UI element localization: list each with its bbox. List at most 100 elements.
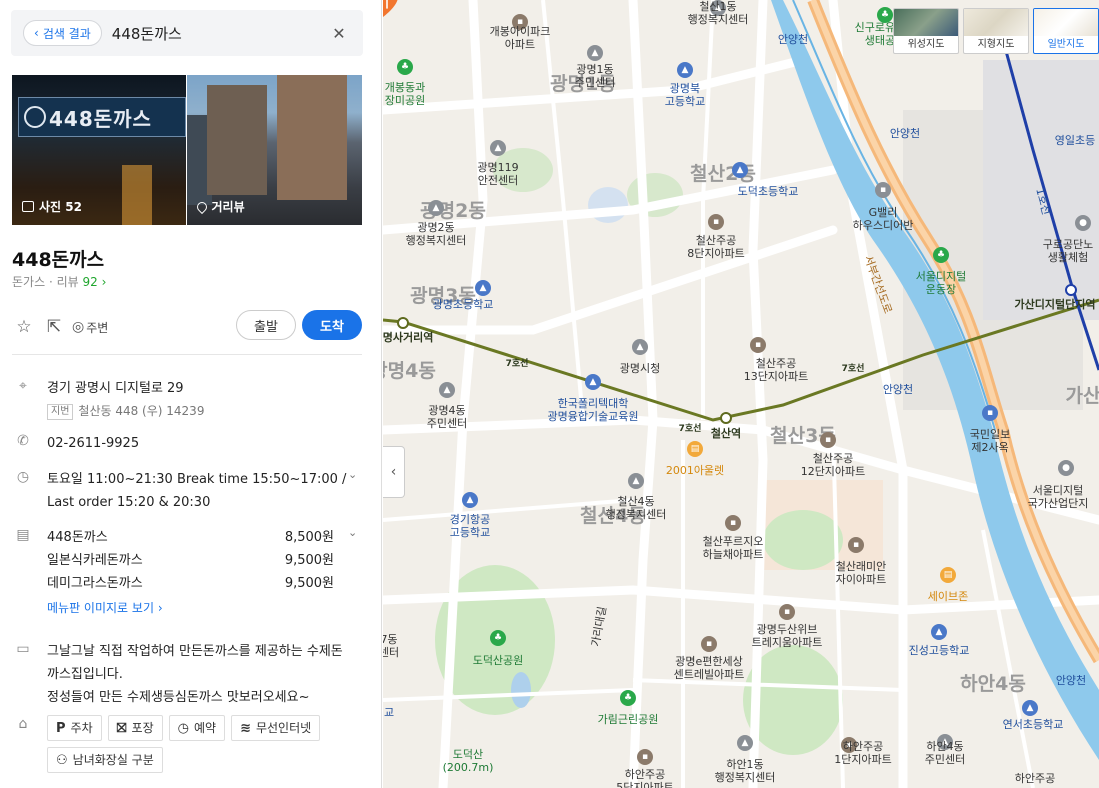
photo-count-label: 사진 52 xyxy=(22,198,82,215)
map-poi-label[interactable]: 하안4동 주민센터 xyxy=(925,740,965,766)
map-poi-label[interactable]: 안양천 xyxy=(1056,674,1086,687)
map-poi-label[interactable]: 안양천 xyxy=(890,127,920,140)
map-poi-label[interactable]: 하안주공 1단지아파트 xyxy=(834,740,892,766)
building-icon: ▪ xyxy=(982,405,998,421)
map-poi-label[interactable]: 교 xyxy=(384,706,394,719)
location-pin-icon xyxy=(194,199,209,214)
jibun-tag: 지번 xyxy=(47,403,74,420)
shopping-icon: ▤ xyxy=(940,567,956,583)
chevron-down-icon[interactable]: ⌄ xyxy=(348,526,362,540)
map-poi-label[interactable]: 연서초등학교 xyxy=(1003,718,1064,731)
street-view-photo[interactable]: 거리뷰 xyxy=(186,75,362,225)
map-poi-label[interactable]: 하안1동 행정복지센터 xyxy=(715,758,776,784)
map-canvas[interactable]: 광명1동 철산2동 광명2동 광명3동 광명4동 철산3동 철산4동 하안4동 … xyxy=(383,0,1099,788)
map-poi-label[interactable]: 영일초등 xyxy=(1055,134,1095,147)
map-poi-label[interactable]: 하안주공 5단지아파트 xyxy=(616,768,674,788)
amenity-parking: P 주차 xyxy=(47,715,102,741)
university-icon: ▲ xyxy=(585,374,601,390)
map-poi-label[interactable]: 광명2동 행정복지센터 xyxy=(406,221,467,247)
map-app: ‹ 검색 결과 448돈까스 ✕ 448돈까스 사진 52 거리뷰 448돈까스… xyxy=(0,0,1099,788)
map-poi-label[interactable]: 개봉동과 장미공원 xyxy=(385,81,425,107)
chevron-down-icon[interactable]: ⌄ xyxy=(348,468,362,482)
map-poi-label[interactable]: G밸리 하우스디어반 xyxy=(853,206,914,232)
map-poi-label[interactable]: 광명초등학교 xyxy=(433,298,494,311)
station-gwangmyeong-sageori[interactable] xyxy=(397,317,409,329)
map-poi-label[interactable]: 광명e편한세상 센트레빌아파트 xyxy=(674,655,745,681)
nearby-button[interactable]: ◎ 주변 xyxy=(72,319,108,336)
street-view-label: 거리뷰 xyxy=(194,198,245,215)
map-poi-label[interactable]: 철산역 xyxy=(711,427,741,440)
map-poi-label[interactable]: 도덕산 (200.7m) xyxy=(443,748,494,774)
satellite-thumb xyxy=(894,9,958,36)
map-poi-label[interactable]: 하안주공 xyxy=(1015,772,1055,785)
hours-row[interactable]: ◷ 토요일 11:00~21:30 Break time 15:50~17:00… xyxy=(12,468,362,514)
map-poi-label[interactable]: 철산1동 행정복지센터 xyxy=(688,0,749,26)
map-type-terrain[interactable]: 지형지도 xyxy=(963,8,1029,54)
amenity-label: 예약 xyxy=(193,720,217,735)
government-icon: ▲ xyxy=(428,200,444,216)
search-query[interactable]: 448돈까스 xyxy=(112,23,329,44)
amenity-takeout: ⛝ 포장 xyxy=(107,715,163,741)
map-poi-label[interactable]: 안양천 xyxy=(778,33,808,46)
map-poi-label[interactable]: 2001아울렛 xyxy=(666,464,724,477)
description-row: ▭ 그날그날 직접 작업하여 만든돈까스를 제공하는 수제돈 까스집입니다. 정… xyxy=(12,640,362,708)
map-poi-label[interactable]: 철산4동 행정복지센터 xyxy=(606,495,667,521)
review-count-link[interactable]: 92 › xyxy=(83,275,107,289)
street-view-text: 거리뷰 xyxy=(211,200,245,214)
restaurant-marker-icon[interactable] xyxy=(383,0,402,19)
map-poi-label[interactable]: 광명4동 주민센터 xyxy=(427,404,467,430)
star-icon[interactable]: ☆ xyxy=(12,315,36,339)
phone-number[interactable]: 02-2611-9925 xyxy=(47,432,347,455)
map-poi-label[interactable]: 도덕초등학교 xyxy=(738,185,799,198)
map-type-satellite[interactable]: 위성지도 xyxy=(893,8,959,54)
map-poi-label[interactable]: 개봉아이파크 아파트 xyxy=(490,25,551,51)
school-icon: ▲ xyxy=(1022,700,1038,716)
back-to-results-button[interactable]: ‹ 검색 결과 xyxy=(23,20,102,46)
map-poi-label[interactable]: 서울디지털 운동장 xyxy=(916,270,967,296)
departure-button[interactable]: 출발 xyxy=(236,310,296,340)
map-poi-label[interactable]: 철산주공 12단지아파트 xyxy=(801,452,866,478)
road-address: 경기 광명시 디지털로 29 xyxy=(47,381,184,396)
government-icon: ▲ xyxy=(628,473,644,489)
map-poi-label[interactable]: 가산디지털단지역 xyxy=(1015,298,1096,311)
map-poi-label[interactable]: 철산래미안 자이아파트 xyxy=(836,560,887,586)
arrival-button[interactable]: 도착 xyxy=(302,310,362,340)
map-poi-label[interactable]: 광명시청 xyxy=(620,362,660,375)
map-poi-label[interactable]: 광명두산위브 트레지움아파트 xyxy=(752,623,823,649)
amenity-restroom: ⚇ 남녀화장실 구분 xyxy=(47,747,163,773)
map-poi-label[interactable]: 철산푸르지오 하늘채아파트 xyxy=(703,535,764,561)
map-poi-label[interactable]: 도덕산공원 xyxy=(473,654,524,667)
map-poi-label[interactable]: 세이브존 xyxy=(928,590,968,603)
place-category: 돈가스 xyxy=(12,275,46,289)
share-icon[interactable]: ⇱ xyxy=(42,315,66,339)
place-photo[interactable]: 448돈까스 사진 52 xyxy=(12,75,186,225)
map-poi-label[interactable]: 7동 센터 xyxy=(383,633,399,659)
map-poi-label[interactable]: 구로공단노 생활체험 xyxy=(1043,238,1094,264)
chevron-left-icon: ‹ xyxy=(390,464,397,480)
map-poi-label[interactable]: 진성고등학교 xyxy=(909,644,970,657)
map-poi-label[interactable]: 광명북 고등학교 xyxy=(665,82,705,108)
map-poi-label[interactable]: 국민일보 제2사옥 xyxy=(970,428,1010,454)
menu-item-name: 448돈까스 xyxy=(47,530,108,545)
map-poi-label[interactable]: 가림근린공원 xyxy=(598,713,659,726)
station-gasan[interactable] xyxy=(1065,284,1077,296)
map-poi-label[interactable]: 철산주공 13단지아파트 xyxy=(744,357,809,383)
map-poi-label[interactable]: 한국폴리텍대학 광명융합기술교육원 xyxy=(547,397,638,423)
map-poi-label[interactable]: 광명사거리역 xyxy=(383,331,433,344)
map-poi-label[interactable]: 철산주공 8단지아파트 xyxy=(687,234,745,260)
panel-collapse-button[interactable]: ‹ xyxy=(383,446,405,498)
map-poi-label[interactable]: 안양천 xyxy=(883,383,913,396)
map-poi-label[interactable]: 경기항공 고등학교 xyxy=(450,513,490,539)
map-type-label: 지형지도 xyxy=(977,39,1015,50)
government-icon: ▲ xyxy=(737,735,753,751)
search-bar[interactable]: ‹ 검색 결과 448돈까스 ✕ xyxy=(11,10,363,56)
menu-image-link[interactable]: 메뉴판 이미지로 보기 › xyxy=(47,597,347,620)
logo-icon xyxy=(24,106,46,128)
close-icon[interactable]: ✕ xyxy=(329,23,349,43)
amenity-label: 무선인터넷 xyxy=(255,720,312,735)
station-cheolsan[interactable] xyxy=(720,412,732,424)
map-poi-label[interactable]: 광명1동 주민센터 xyxy=(575,63,615,89)
map-type-normal[interactable]: 일반지도 xyxy=(1033,8,1099,54)
map-poi-label[interactable]: 광명119 안전센터 xyxy=(477,161,518,187)
map-poi-label[interactable]: 서울디지털 국가산업단지 xyxy=(1028,484,1089,510)
